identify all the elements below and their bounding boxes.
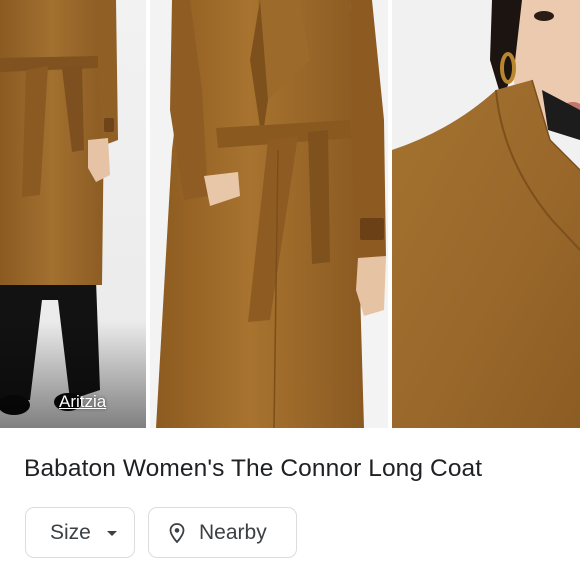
product-image-1[interactable]	[0, 0, 146, 428]
size-filter-button[interactable]: Size	[25, 507, 135, 558]
nearby-filter-button[interactable]: Nearby	[148, 507, 297, 558]
image-gallery: Aritzia	[0, 0, 580, 428]
location-pin-icon	[169, 522, 185, 543]
caret-down-icon	[105, 526, 119, 540]
size-filter-label: Size	[50, 520, 91, 544]
nearby-filter-label: Nearby	[199, 520, 267, 544]
product-image-2-graphic	[150, 0, 388, 428]
product-image-3-graphic	[392, 0, 580, 428]
product-title: Babaton Women's The Connor Long Coat	[24, 455, 483, 482]
source-link[interactable]: Aritzia	[59, 392, 106, 412]
product-image-2[interactable]	[150, 0, 388, 428]
product-image-3[interactable]	[392, 0, 580, 428]
product-image-1-graphic	[0, 0, 146, 428]
